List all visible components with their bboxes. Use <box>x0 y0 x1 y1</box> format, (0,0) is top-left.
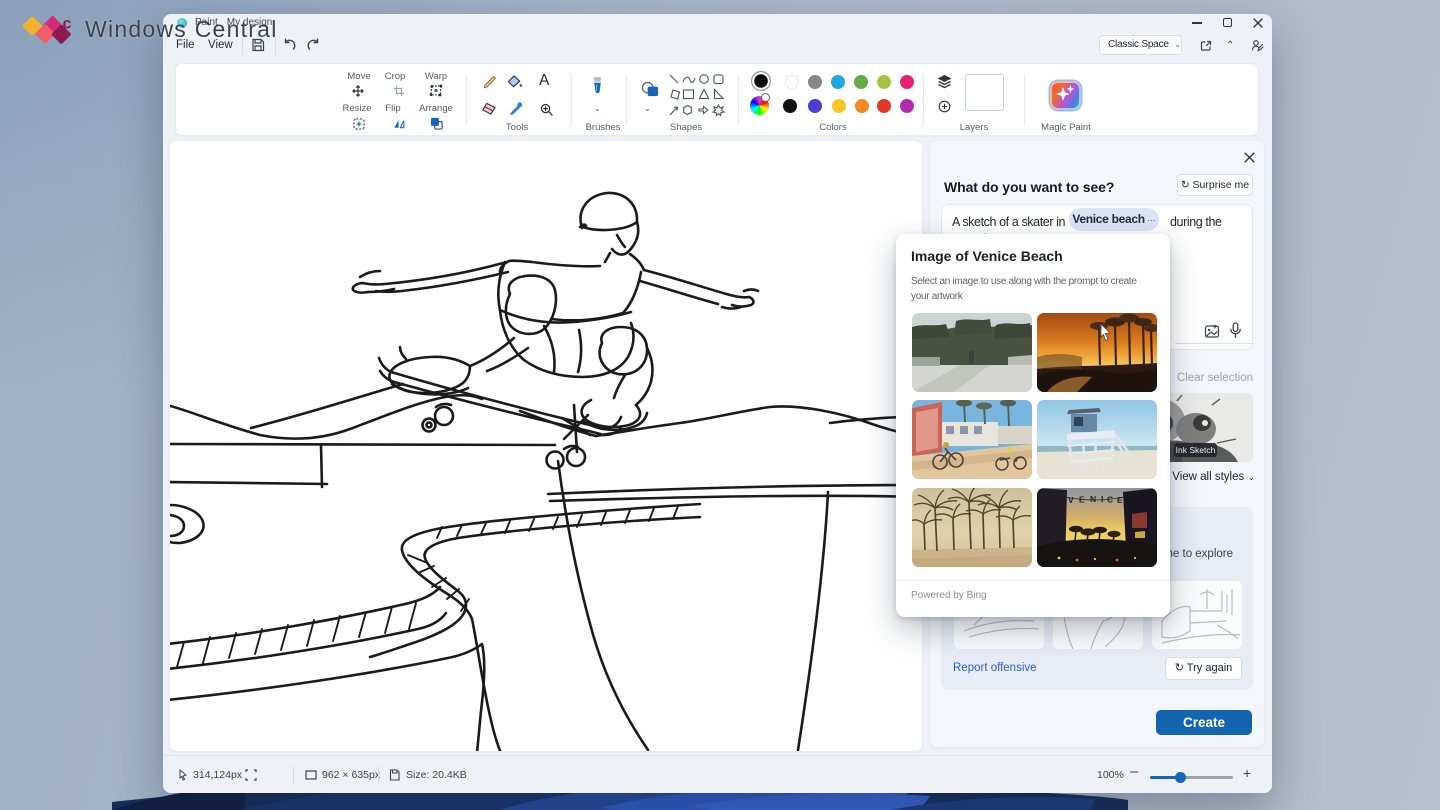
svg-text:V: V <box>1068 495 1074 505</box>
svg-text:c: c <box>63 16 72 33</box>
svg-text:I: I <box>1101 494 1103 504</box>
svg-text:N: N <box>1090 494 1096 504</box>
svg-text:E: E <box>1079 495 1085 505</box>
svg-text:C: C <box>1107 495 1113 505</box>
svg-text:E: E <box>1117 495 1123 505</box>
